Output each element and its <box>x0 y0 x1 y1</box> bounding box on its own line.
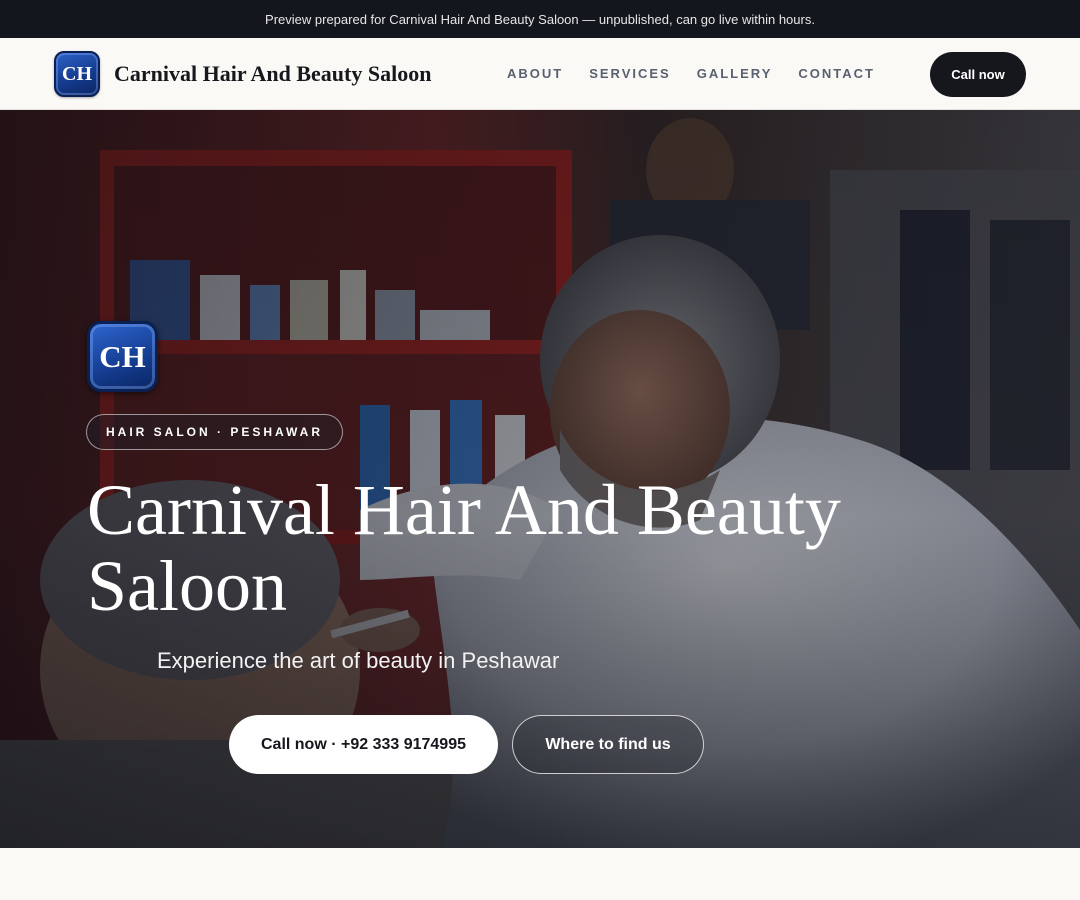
logo-initials: CH <box>62 62 92 85</box>
nav-link-contact[interactable]: CONTACT <box>798 66 875 81</box>
nav-link-services[interactable]: SERVICES <box>589 66 671 81</box>
nav-link-gallery[interactable]: GALLERY <box>697 66 773 81</box>
brand[interactable]: CH Carnival Hair And Beauty Saloon <box>54 51 431 97</box>
preview-banner-text: Preview prepared for Carnival Hair And B… <box>265 11 815 27</box>
hero-tagline: Experience the art of beauty in Peshawar <box>157 648 560 673</box>
logo-icon: CH <box>54 51 100 97</box>
brand-name: Carnival Hair And Beauty Saloon <box>114 61 432 86</box>
below-hero-section <box>0 848 1080 900</box>
hero-section: CH HAIR SALON · PESHAWAR Carnival Hair A… <box>0 110 1080 848</box>
hero-logo-icon: CH <box>87 321 158 392</box>
main-nav: ABOUT SERVICES GALLERY CONTACT <box>507 66 901 81</box>
call-now-button[interactable]: Call now · +92 333 9174995 <box>229 715 498 774</box>
find-us-button[interactable]: Where to find us <box>512 715 704 774</box>
hero-eyebrow-badge: HAIR SALON · PESHAWAR <box>86 414 344 450</box>
hero-title: Carnival Hair And Beauty Saloon <box>87 470 841 626</box>
preview-banner: Preview prepared for Carnival Hair And B… <box>0 0 1080 38</box>
site-header: CH Carnival Hair And Beauty Saloon ABOUT… <box>0 38 1080 110</box>
hero-logo-initials: CH <box>99 338 146 374</box>
nav-link-about[interactable]: ABOUT <box>507 66 563 81</box>
hero-actions: Call now · +92 333 9174995 Where to find… <box>229 715 704 774</box>
header-call-button[interactable]: Call now <box>930 52 1026 97</box>
